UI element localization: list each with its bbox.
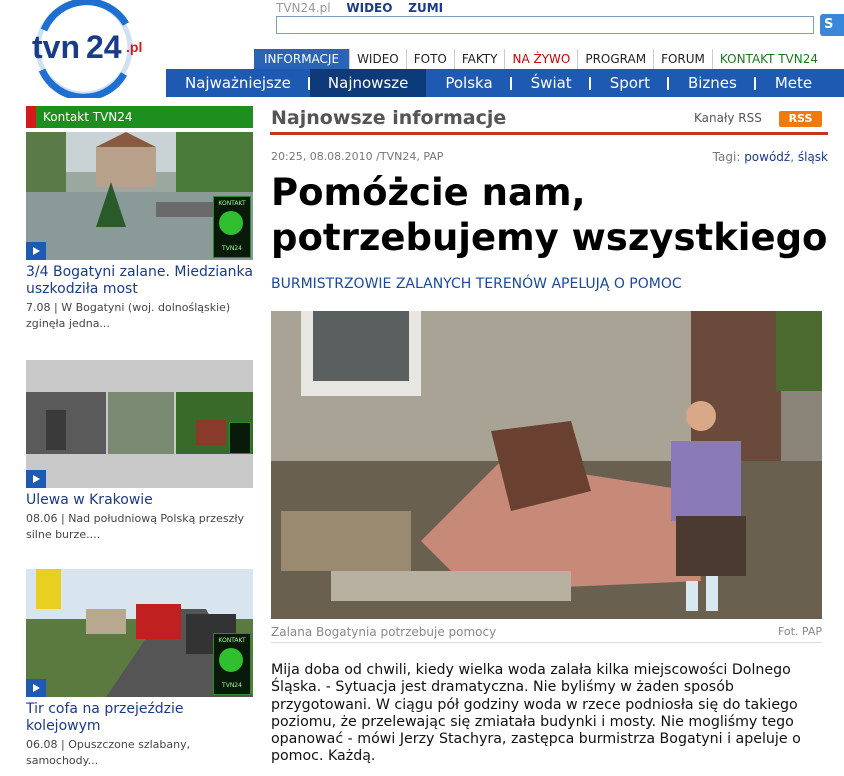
- topnav-kontakt[interactable]: KONTAKT TVN24: [713, 49, 825, 69]
- play-icon[interactable]: [26, 470, 46, 488]
- tag-link[interactable]: śląsk: [798, 150, 828, 164]
- mainnav-meteo[interactable]: Mete: [756, 69, 831, 97]
- sidebar-header[interactable]: Kontakt TVN24: [26, 106, 253, 128]
- video-thumbnail[interactable]: KONTAKT TVN24: [26, 132, 253, 260]
- top-link-zumi[interactable]: ZUMI: [408, 1, 443, 15]
- sidebar-header-title: Kontakt TVN24: [43, 110, 133, 124]
- topnav-program[interactable]: PROGRAM: [578, 49, 655, 69]
- kontakt-logo-icon: [219, 648, 243, 672]
- svg-text:.pl: .pl: [126, 39, 142, 55]
- svg-text:tvn: tvn: [32, 29, 80, 65]
- sidebar-item: KONTAKT TVN24 3/4 Bogatyni zalane. Miedz…: [26, 132, 253, 332]
- video-thumbnail[interactable]: KONTAKT TVN24: [26, 569, 253, 697]
- topnav-fakty[interactable]: FAKTY: [455, 49, 506, 69]
- sidebar-item: Ulewa w Krakowie 08.06 | Nad południową …: [26, 360, 253, 543]
- mainnav-swiat[interactable]: Świat: [512, 69, 591, 97]
- play-icon[interactable]: [26, 242, 46, 260]
- kontakt-badge: KONTAKT TVN24: [213, 633, 251, 695]
- mainnav-najwazniejsze[interactable]: Najważniejsze: [166, 69, 310, 97]
- topnav-foto[interactable]: FOTO: [407, 49, 455, 69]
- sidebar-item-desc: 08.06 | Nad południową Polską przeszły s…: [26, 512, 244, 541]
- top-link-wideo[interactable]: WIDEO: [346, 1, 392, 15]
- photo-credit: Fot. PAP: [777, 625, 822, 638]
- article-body: Mija doba od chwili, kiedy wielka woda z…: [271, 662, 801, 765]
- kontakt-badge: KONTAKT TVN24: [213, 196, 251, 258]
- kontakt-badge: [229, 422, 251, 454]
- topnav-na-zywo[interactable]: NA ŻYWO: [505, 49, 579, 69]
- sidebar-item-title[interactable]: Ulewa w Krakowie: [26, 492, 253, 509]
- caption-divider: [271, 642, 822, 643]
- sidebar-item: KONTAKT TVN24 Tir cofa na przejeździe ko…: [26, 569, 253, 769]
- tag-link[interactable]: powódź: [744, 150, 790, 164]
- topnav-informacje[interactable]: INFORMACJE: [254, 49, 351, 69]
- article-photo: [271, 311, 822, 619]
- kontakt-logo-icon: [219, 211, 243, 235]
- video-thumbnail[interactable]: [26, 360, 253, 488]
- top-link-site[interactable]: TVN24.pl: [276, 1, 331, 15]
- photo-caption: Zalana Bogatynia potrzebuje pomocy: [271, 625, 497, 639]
- mainnav-najnowsze[interactable]: Najnowsze: [309, 69, 427, 97]
- article-meta: 20:25, 08.08.2010 /TVN24, PAP: [271, 150, 444, 163]
- top-nav: INFORMACJE WIDEO FOTO FAKTY NA ŻYWO PROG…: [254, 49, 825, 69]
- tvn24-logo[interactable]: tvn 24 .pl: [26, 0, 166, 101]
- article-headline: Pomóżcie nam, potrzebujemy wszystkiego: [271, 171, 828, 259]
- section-divider: [270, 132, 828, 135]
- main-nav: Najważniejsze Najnowsze Polska Świat Spo…: [166, 69, 844, 97]
- topnav-forum[interactable]: FORUM: [654, 49, 713, 69]
- svg-text:24: 24: [86, 29, 122, 65]
- play-icon[interactable]: [26, 679, 46, 697]
- search-input[interactable]: [276, 16, 814, 34]
- mainnav-sport[interactable]: Sport: [591, 69, 670, 97]
- article-subhead: BURMISTRZOWIE ZALANYCH TERENÓW APELUJĄ O…: [271, 276, 682, 292]
- article-tags: Tagi: powódź, śląsk: [712, 150, 828, 164]
- search-button[interactable]: S: [820, 14, 844, 36]
- section-title: Najnowsze informacje: [271, 107, 507, 129]
- sidebar-item-title[interactable]: 3/4 Bogatyni zalane. Miedzianka uszkodzi…: [26, 264, 253, 298]
- top-links: TVN24.pl WIDEO ZUMI: [276, 1, 455, 15]
- mainnav-biznes[interactable]: Biznes: [669, 69, 756, 97]
- rss-label[interactable]: Kanały RSS: [694, 111, 762, 125]
- sidebar-header-accent: [26, 106, 36, 128]
- sidebar-item-desc: 06.08 | Opuszczone szlabany, samochody..…: [26, 738, 191, 767]
- sidebar-item-title[interactable]: Tir cofa na przejeździe kolejowym: [26, 701, 253, 735]
- mainnav-polska[interactable]: Polska: [426, 69, 512, 97]
- topnav-wideo[interactable]: WIDEO: [350, 49, 407, 69]
- rss-badge[interactable]: RSS: [779, 111, 822, 127]
- sidebar-item-desc: 7.08 | W Bogatyni (woj. dolnośląskie) zg…: [26, 301, 231, 330]
